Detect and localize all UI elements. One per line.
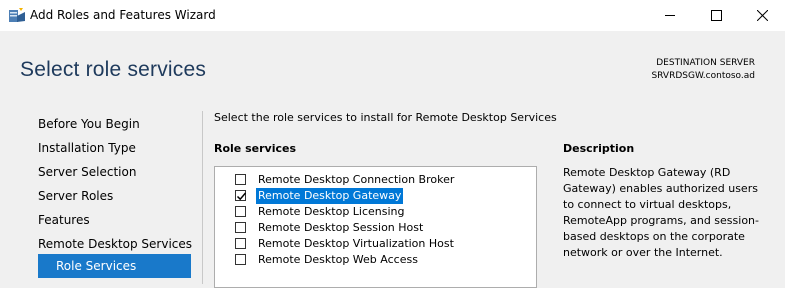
- maximize-icon: [710, 10, 722, 21]
- checkbox[interactable]: [235, 254, 246, 265]
- nav-item-label: Role Services: [56, 259, 137, 273]
- nav-item-server-selection[interactable]: Server Selection: [38, 165, 136, 179]
- nav-item-before-you-begin[interactable]: Before You Begin: [38, 117, 140, 131]
- maximize-button[interactable]: [693, 0, 739, 31]
- destination-server-info: DESTINATION SERVER SRVRDSGW.contoso.ad: [651, 57, 755, 83]
- role-service-label: Remote Desktop Licensing: [258, 205, 405, 218]
- role-service-label: Remote Desktop Connection Broker: [258, 173, 455, 186]
- role-service-item-web-access[interactable]: Remote Desktop Web Access: [235, 252, 525, 268]
- instruction-text: Select the role services to install for …: [214, 111, 557, 124]
- role-service-item-virtualization-host[interactable]: Remote Desktop Virtualization Host: [235, 236, 525, 252]
- description-heading: Description: [563, 142, 635, 155]
- page-title: Select role services: [20, 58, 207, 81]
- title-bar: Add Roles and Features Wizard: [0, 0, 785, 31]
- minimize-button[interactable]: [647, 0, 693, 31]
- checkmark-icon: [236, 192, 247, 201]
- nav-item-features[interactable]: Features: [38, 213, 90, 227]
- role-services-heading: Role services: [214, 142, 296, 155]
- checkbox-checked[interactable]: [235, 190, 247, 201]
- checkbox[interactable]: [235, 238, 246, 249]
- nav-item-remote-desktop-services[interactable]: Remote Desktop Services: [38, 237, 192, 251]
- destination-server-name: SRVRDSGW.contoso.ad: [651, 71, 755, 81]
- checkbox[interactable]: [235, 206, 246, 217]
- checkbox[interactable]: [235, 222, 246, 233]
- server-manager-icon: [8, 7, 26, 23]
- nav-item-installation-type[interactable]: Installation Type: [38, 141, 136, 155]
- role-service-item-gateway[interactable]: Remote Desktop Gateway: [235, 188, 525, 204]
- nav-divider: [202, 111, 203, 284]
- close-icon: [756, 10, 768, 21]
- checkbox[interactable]: [235, 174, 246, 185]
- nav-item-role-services[interactable]: Role Services: [38, 254, 191, 278]
- role-service-item-session-host[interactable]: Remote Desktop Session Host: [235, 220, 525, 236]
- role-service-label: Remote Desktop Session Host: [258, 221, 424, 234]
- role-service-label: Remote Desktop Gateway: [256, 188, 404, 204]
- wizard-header: Select role services DESTINATION SERVER …: [0, 31, 785, 101]
- description-text: Remote Desktop Gateway (RD Gateway) enab…: [563, 166, 759, 259]
- destination-label: DESTINATION SERVER: [656, 58, 755, 68]
- minimize-icon: [664, 10, 676, 21]
- role-services-list[interactable]: Remote Desktop Connection Broker Remote …: [214, 166, 537, 288]
- window-title: Add Roles and Features Wizard: [30, 8, 216, 22]
- role-service-label: Remote Desktop Web Access: [258, 253, 418, 266]
- role-service-label: Remote Desktop Virtualization Host: [258, 237, 454, 250]
- nav-item-server-roles[interactable]: Server Roles: [38, 189, 113, 203]
- role-service-item-connection-broker[interactable]: Remote Desktop Connection Broker: [235, 172, 525, 188]
- role-service-item-licensing[interactable]: Remote Desktop Licensing: [235, 204, 525, 220]
- close-button[interactable]: [739, 0, 785, 31]
